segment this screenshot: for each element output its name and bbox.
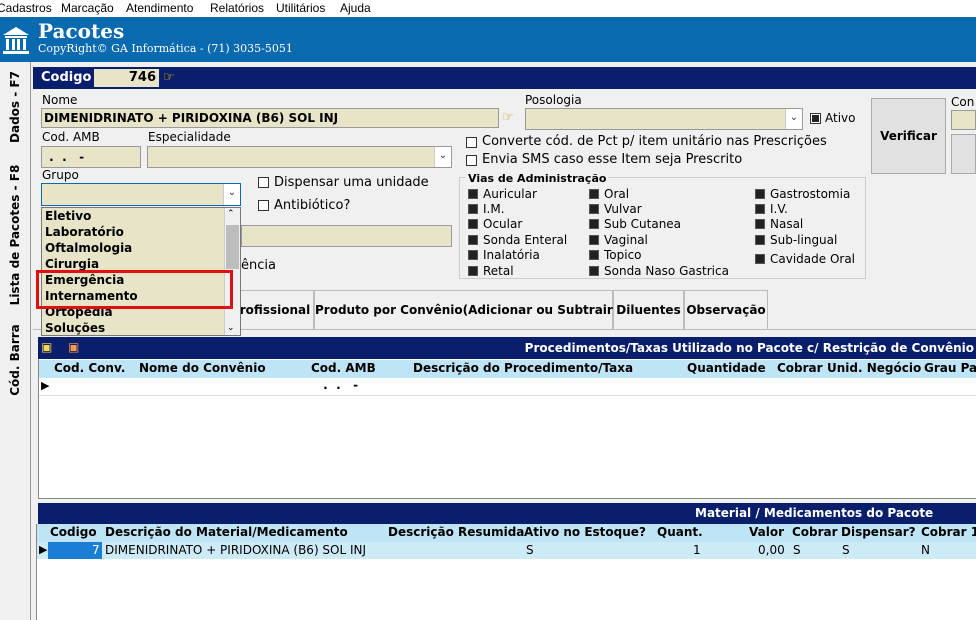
cod-amb-input[interactable]: . . - bbox=[41, 146, 141, 168]
nome-input[interactable]: DIMENIDRINATO + PIRIDOXINA (B6) SOL INJ bbox=[41, 108, 499, 128]
tab-produto-convenio[interactable]: Produto por Convênio(Adicionar ou Subtra… bbox=[314, 290, 618, 329]
via-vaginal[interactable]: Vaginal bbox=[589, 233, 648, 247]
remove-icon[interactable]: ▣ bbox=[68, 340, 79, 354]
page-title: Pacotes bbox=[38, 19, 125, 43]
chevron-down-icon[interactable]: ⌄ bbox=[223, 184, 240, 205]
chevron-down-icon[interactable]: ⌄ bbox=[434, 147, 451, 167]
row-pointer-icon: ▶ bbox=[39, 543, 48, 556]
pointer-hand-icon[interactable]: ☞ bbox=[502, 110, 514, 125]
copyright-text: CopyRight© GA Informática - (71) 3035-50… bbox=[38, 42, 293, 55]
via-auricular[interactable]: Auricular bbox=[468, 187, 537, 201]
menu-marcacao[interactable]: Marcação bbox=[61, 1, 114, 15]
via-oral[interactable]: Oral bbox=[589, 187, 629, 201]
list-item[interactable]: Laboratório bbox=[45, 225, 124, 239]
table-row[interactable]: ▶ 7 DIMENIDRINATO + PIRIDOXINA (B6) SOL … bbox=[37, 542, 976, 559]
highlight-box bbox=[36, 270, 233, 309]
proc-grid-title: Procedimentos/Taxas Utilizado no Pacote … bbox=[524, 341, 974, 355]
side-divider bbox=[30, 62, 34, 620]
nome-label: Nome bbox=[42, 93, 78, 107]
codigo-field[interactable]: 746 bbox=[94, 69, 159, 87]
grupo-label: Grupo bbox=[42, 168, 79, 182]
menu-utilitarios[interactable]: Utilitários bbox=[276, 1, 325, 15]
vias-title: Vias de Administração bbox=[466, 172, 609, 185]
via-ocular[interactable]: Ocular bbox=[468, 217, 522, 231]
posologia-select[interactable]: ⌄ bbox=[525, 108, 803, 130]
tab-observacao[interactable]: Observação bbox=[684, 290, 768, 329]
cod-amb-label: Cod. AMB bbox=[42, 130, 100, 144]
scrollbar-thumb[interactable] bbox=[226, 225, 239, 269]
app-header: Pacotes CopyRight© GA Informática - (71)… bbox=[0, 17, 976, 62]
tab-dados[interactable]: Dados - F7 bbox=[0, 62, 31, 152]
especialidade-label: Especialidade bbox=[148, 130, 231, 144]
envia-sms-label: Envia SMS caso esse Item seja Prescrito bbox=[482, 152, 743, 167]
hidden-input[interactable] bbox=[241, 225, 452, 247]
dispensar-checkbox[interactable] bbox=[258, 177, 269, 188]
menu-cadastros[interactable]: Cadastros bbox=[0, 1, 52, 15]
via-sub-lingual[interactable]: Sub-lingual bbox=[755, 233, 837, 247]
via-inalatoria[interactable]: Inalatória bbox=[468, 248, 540, 262]
posologia-label: Posologia bbox=[525, 93, 582, 107]
grupo-select[interactable]: ⌄ bbox=[41, 183, 241, 206]
via-vulvar[interactable]: Vulvar bbox=[589, 202, 642, 216]
codigo-label: Codigo bbox=[41, 70, 92, 85]
via-im[interactable]: I.M. bbox=[468, 202, 505, 216]
via-nasal[interactable]: Nasal bbox=[755, 217, 803, 231]
especialidade-select[interactable]: ⌄ bbox=[147, 146, 452, 168]
menu-bar: Cadastros Marcação Atendimento Relatório… bbox=[0, 0, 976, 17]
tab-cod-barra[interactable]: Cód. Barra bbox=[0, 317, 31, 402]
via-sonda-enteral[interactable]: Sonda Enteral bbox=[468, 233, 567, 247]
add-icon[interactable]: ▣ bbox=[41, 340, 52, 354]
con-input[interactable] bbox=[951, 110, 976, 130]
chevron-down-icon[interactable]: ⌄ bbox=[227, 323, 235, 333]
list-item[interactable]: Eletivo bbox=[45, 209, 91, 223]
dispensar-label: Dispensar uma unidade bbox=[274, 175, 429, 190]
codigo-bar: Codigo 746 ☞ bbox=[33, 67, 976, 89]
list-item[interactable]: Cirurgia bbox=[45, 257, 99, 271]
ativo-checkbox[interactable] bbox=[810, 113, 821, 124]
tab-diluentes[interactable]: Diluentes bbox=[613, 290, 684, 329]
antibiotico-label: Antibiótico? bbox=[274, 198, 351, 213]
proc-grid-header: Cod. Conv. Nome do Convênio Cod. AMB Des… bbox=[39, 360, 976, 378]
building-icon bbox=[3, 27, 29, 54]
partial-label: ência bbox=[241, 258, 276, 273]
via-iv[interactable]: I.V. bbox=[755, 202, 788, 216]
list-item[interactable]: Oftalmologia bbox=[45, 241, 132, 255]
via-topico[interactable]: Topico bbox=[589, 248, 642, 262]
chevron-up-icon[interactable]: ⌃ bbox=[227, 209, 235, 219]
tab-profissional[interactable]: rofissional bbox=[236, 290, 314, 329]
menu-atendimento[interactable]: Atendimento bbox=[126, 1, 193, 15]
row-pointer-icon: ▶ bbox=[41, 379, 50, 392]
proc-grid-titlebar: ▣ ▣ Procedimentos/Taxas Utilizado no Pac… bbox=[38, 337, 976, 359]
table-row[interactable]: ▶ . . - bbox=[39, 378, 976, 396]
converte-checkbox[interactable] bbox=[466, 137, 477, 148]
ativo-label: Ativo bbox=[825, 111, 856, 125]
tab-lista-pacotes[interactable]: Lista de Pacotes - F8 bbox=[0, 152, 31, 317]
side-button[interactable] bbox=[951, 134, 976, 174]
antibiotico-checkbox[interactable] bbox=[258, 200, 269, 211]
via-gastrostomia[interactable]: Gastrostomia bbox=[755, 187, 850, 201]
mat-grid-header: Codigo Descrição do Material/Medicamento… bbox=[37, 524, 976, 542]
mat-grid-titlebar: Material / Medicamentos do Pacote bbox=[38, 503, 976, 524]
via-cavidade-oral[interactable]: Cavidade Oral bbox=[755, 252, 855, 266]
menu-relatorios[interactable]: Relatórios bbox=[210, 1, 264, 15]
chevron-down-icon[interactable]: ⌄ bbox=[785, 109, 802, 129]
menu-ajuda[interactable]: Ajuda bbox=[340, 1, 371, 15]
list-item[interactable]: Soluções bbox=[45, 321, 105, 335]
con-label: Con bbox=[951, 95, 975, 109]
vias-group: Vias de Administração Auricular I.M. Ocu… bbox=[459, 172, 866, 279]
converte-label: Converte cód. de Pct p/ item unitário na… bbox=[482, 134, 827, 149]
envia-sms-checkbox[interactable] bbox=[466, 155, 477, 166]
via-sonda-naso-gastrica[interactable]: Sonda Naso Gastrica bbox=[589, 264, 729, 278]
pointer-hand-icon[interactable]: ☞ bbox=[163, 70, 175, 85]
verificar-button[interactable]: Verificar bbox=[871, 98, 946, 174]
mat-grid-title: Material / Medicamentos do Pacote bbox=[695, 506, 934, 520]
via-sub-cutanea[interactable]: Sub Cutanea bbox=[589, 217, 681, 231]
via-retal[interactable]: Retal bbox=[468, 264, 514, 278]
